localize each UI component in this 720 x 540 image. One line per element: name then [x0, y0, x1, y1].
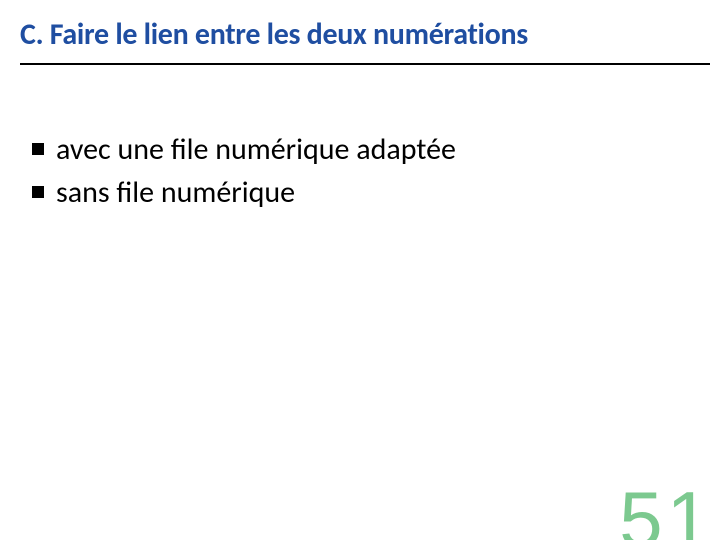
square-bullet-icon — [32, 186, 44, 198]
slide: C. Faire le lien entre les deux numérati… — [0, 0, 720, 540]
list-item: sans file numérique — [32, 173, 680, 212]
list-item-text: avec une file numérique adaptée — [56, 130, 456, 169]
page-number: 51 — [619, 480, 714, 540]
square-bullet-icon — [32, 143, 44, 155]
slide-body: avec une file numérique adaptée sans fil… — [32, 130, 680, 216]
list-item-text: sans file numérique — [56, 173, 295, 212]
list-item: avec une file numérique adaptée — [32, 130, 680, 169]
slide-title: C. Faire le lien entre les deux numérati… — [20, 18, 710, 65]
